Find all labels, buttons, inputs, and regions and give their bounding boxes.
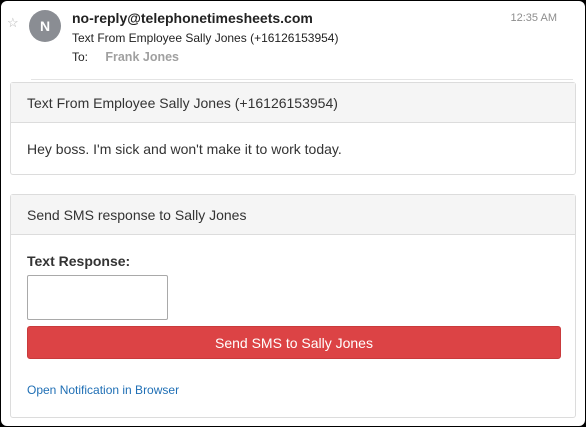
timestamp: 12:35 AM [510, 12, 557, 24]
response-panel-title: Send SMS response to Sally Jones [11, 195, 575, 235]
message-panel: Text From Employee Sally Jones (+1612615… [10, 82, 576, 175]
recipient-line: To: Frank Jones [72, 50, 179, 64]
open-in-browser-link[interactable]: Open Notification in Browser [27, 383, 179, 397]
to-label: To: [72, 50, 89, 64]
avatar: N [29, 10, 61, 42]
response-panel: Send SMS response to Sally Jones Text Re… [10, 194, 576, 418]
recipient-name[interactable]: Frank Jones [105, 50, 179, 64]
sender-address: no-reply@telephonetimesheets.com [72, 10, 313, 26]
text-response-field[interactable] [27, 275, 168, 320]
email-subject: Text From Employee Sally Jones (+1612615… [72, 31, 339, 45]
message-body: Hey boss. I'm sick and won't make it to … [27, 141, 342, 157]
email-window: ☆ N no-reply@telephonetimesheets.com 12:… [1, 1, 585, 426]
header-divider [31, 79, 573, 80]
response-panel-body: Text Response: Send SMS to Sally Jones O… [11, 235, 575, 399]
send-sms-button[interactable]: Send SMS to Sally Jones [27, 326, 561, 359]
star-icon[interactable]: ☆ [7, 16, 19, 29]
text-response-label: Text Response: [27, 253, 131, 269]
message-panel-title: Text From Employee Sally Jones (+1612615… [11, 83, 575, 123]
